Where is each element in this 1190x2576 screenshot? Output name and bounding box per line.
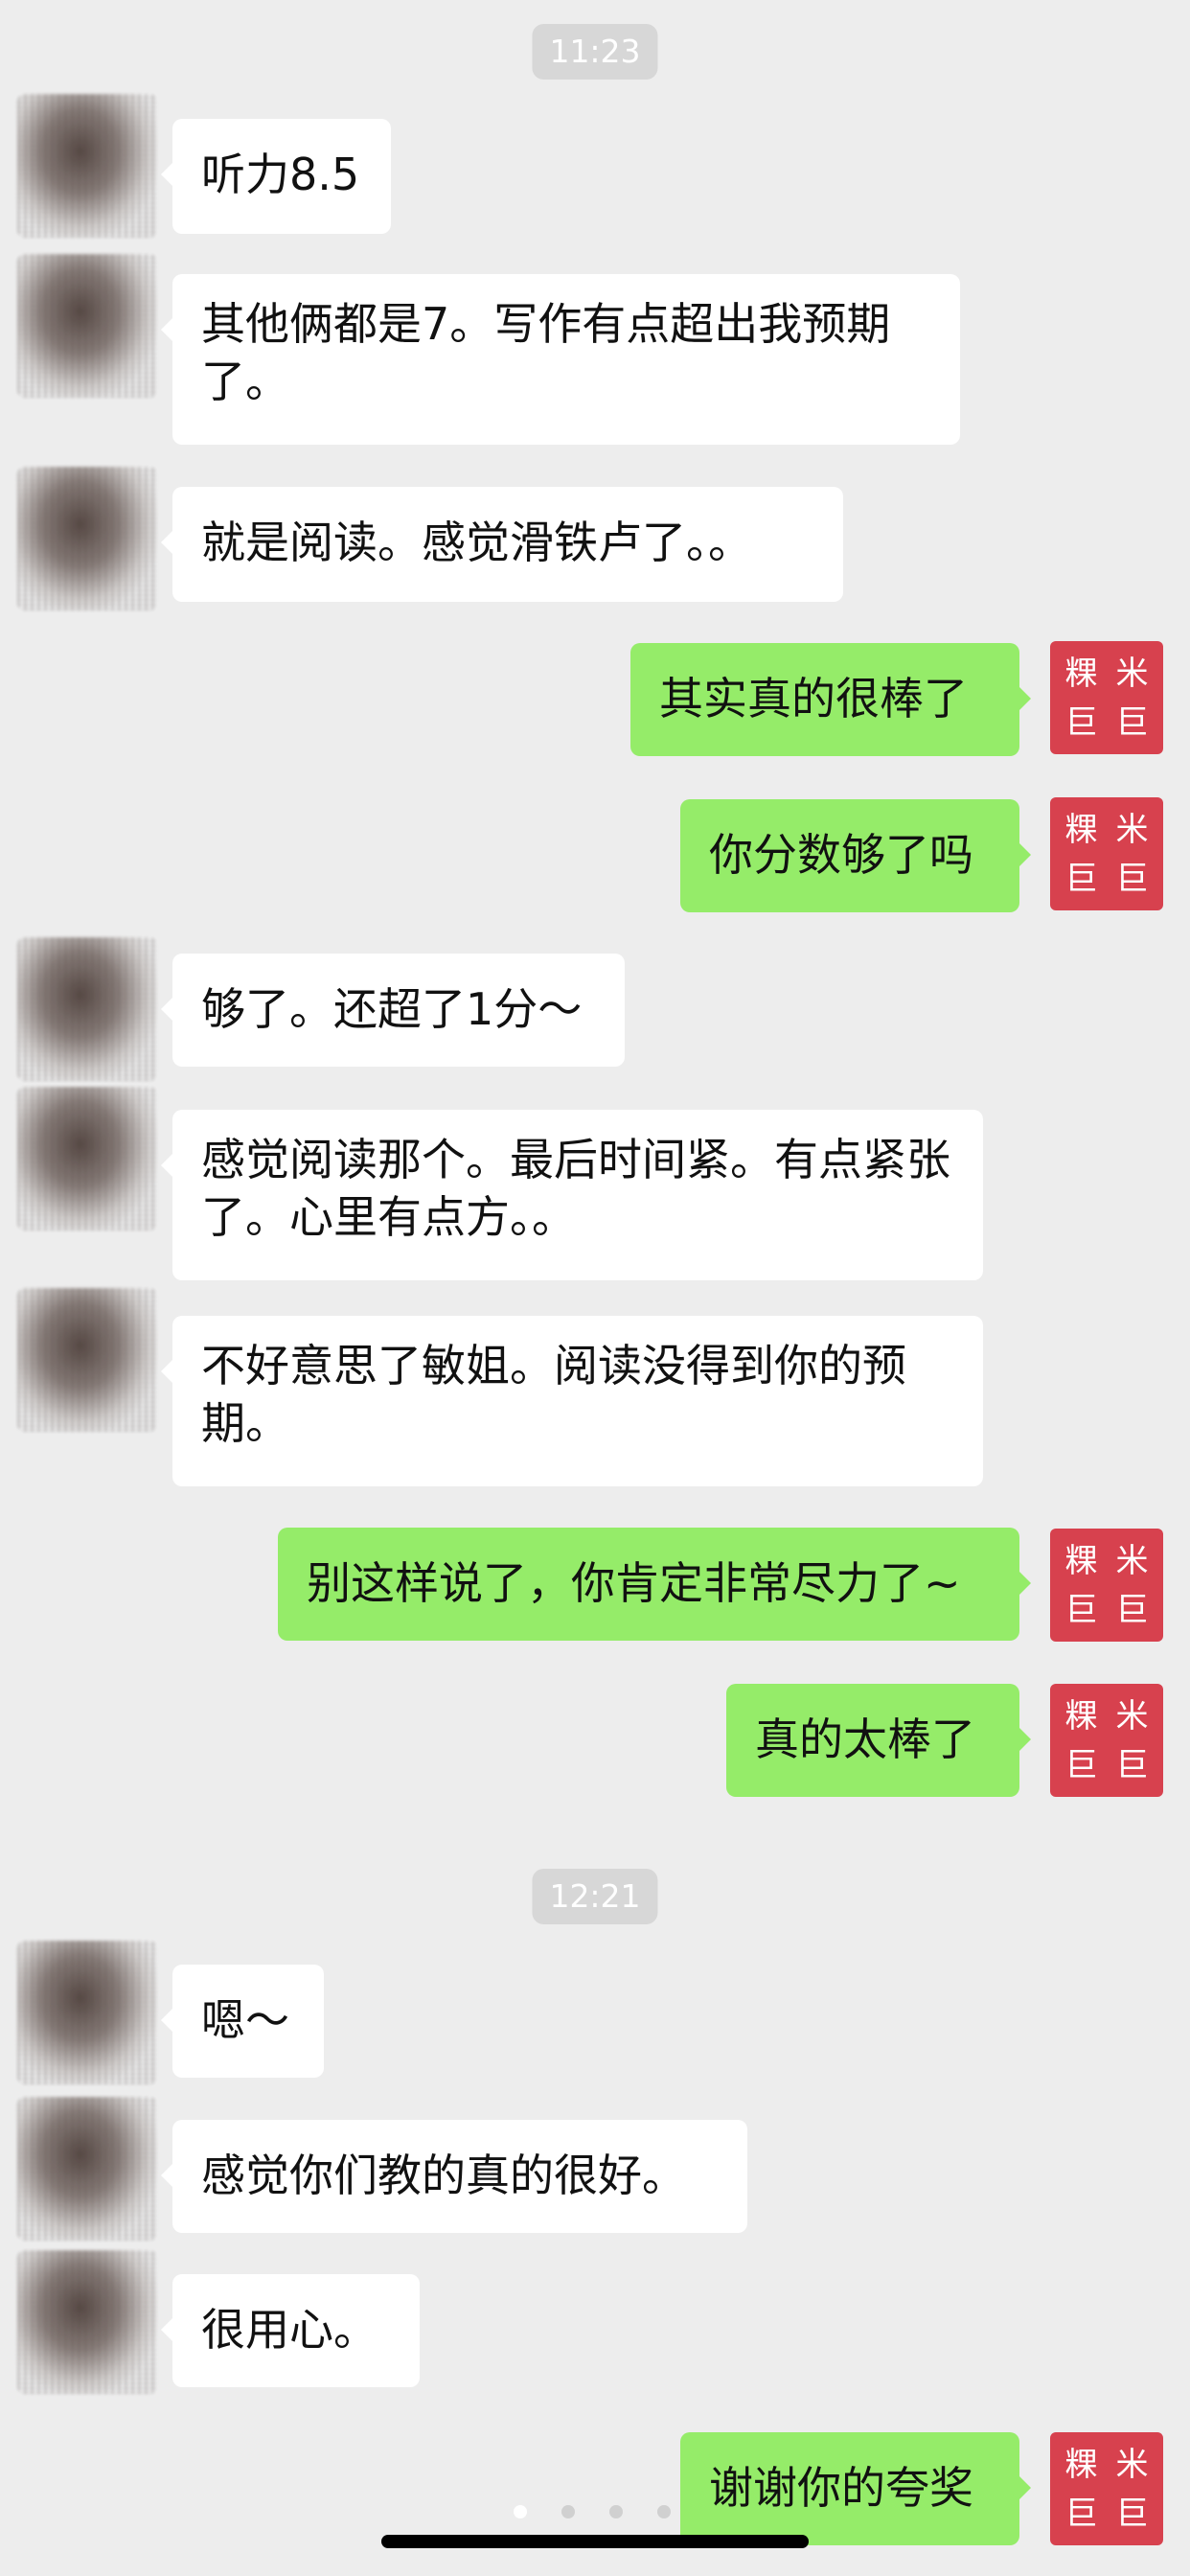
message-bubble-incoming[interactable]: 不好意思了敏姐。阅读没得到你的预期。	[161, 1316, 983, 1486]
stamp-logo-icon: 粿 米 巨 巨	[1064, 1541, 1149, 1629]
contact-avatar[interactable]	[17, 467, 157, 610]
stamp-logo-icon: 粿 米 巨 巨	[1064, 2445, 1149, 2533]
message-bubble-incoming[interactable]: 感觉阅读那个。最后时间紧。有点紧张了。心里有点方。。	[161, 1110, 983, 1280]
my-avatar[interactable]: 粿 米 巨 巨	[1050, 1529, 1163, 1642]
contact-avatar[interactable]	[17, 937, 157, 1081]
contact-avatar[interactable]	[17, 1087, 157, 1230]
message-bubble-outgoing[interactable]: 谢谢你的夸奖	[680, 2432, 1031, 2545]
message-bubble-outgoing[interactable]: 你分数够了吗	[680, 799, 1031, 912]
contact-avatar[interactable]	[17, 1941, 157, 2084]
home-indicator[interactable]	[381, 2535, 809, 2548]
message-bubble-incoming[interactable]: 够了。还超了1分～	[161, 954, 625, 1067]
my-avatar[interactable]: 粿 米 巨 巨	[1050, 2432, 1163, 2545]
message-bubble-incoming[interactable]: 就是阅读。感觉滑铁卢了。。	[161, 487, 843, 602]
stamp-logo-icon: 粿 米 巨 巨	[1064, 1696, 1149, 1784]
page-dot	[657, 2505, 671, 2518]
message-bubble-incoming[interactable]: 其他俩都是7。写作有点超出我预期了。	[161, 274, 960, 445]
my-avatar[interactable]: 粿 米 巨 巨	[1050, 641, 1163, 754]
message-bubble-incoming[interactable]: 感觉你们教的真的很好。	[161, 2120, 747, 2233]
message-bubble-outgoing[interactable]: 别这样说了，你肯定非常尽力了~	[278, 1528, 1031, 1641]
my-avatar[interactable]: 粿 米 巨 巨	[1050, 797, 1163, 910]
message-bubble-outgoing[interactable]: 真的太棒了	[726, 1684, 1031, 1797]
stamp-logo-icon: 粿 米 巨 巨	[1064, 810, 1149, 898]
page-dot-active	[514, 2505, 527, 2518]
message-bubble-incoming[interactable]: 嗯～	[161, 1965, 324, 2078]
contact-avatar[interactable]	[17, 1288, 157, 1432]
message-bubble-outgoing[interactable]: 其实真的很棒了	[630, 643, 1031, 756]
contact-avatar[interactable]	[17, 254, 157, 398]
page-indicator-dots	[514, 2505, 671, 2518]
page-dot	[561, 2505, 575, 2518]
message-bubble-incoming[interactable]: 很用心。	[161, 2274, 420, 2387]
my-avatar[interactable]: 粿 米 巨 巨	[1050, 1684, 1163, 1797]
message-bubble-incoming[interactable]: 听力8.5	[161, 119, 391, 234]
page-dot	[609, 2505, 623, 2518]
contact-avatar[interactable]	[17, 2097, 157, 2241]
timestamp-2: 12:21	[532, 1869, 658, 1924]
contact-avatar[interactable]	[17, 94, 157, 238]
contact-avatar[interactable]	[17, 2250, 157, 2394]
timestamp-1: 11:23	[532, 24, 658, 80]
stamp-logo-icon: 粿 米 巨 巨	[1064, 654, 1149, 742]
